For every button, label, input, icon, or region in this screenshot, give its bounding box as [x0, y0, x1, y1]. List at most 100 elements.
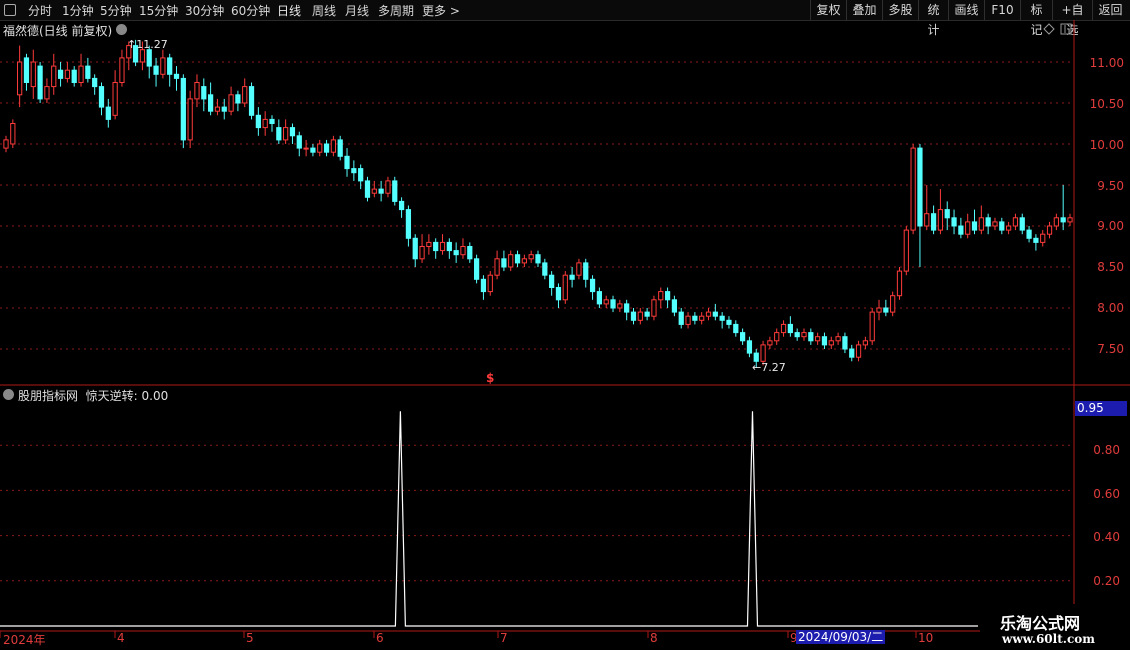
candle-body	[671, 299, 678, 313]
candle-body	[760, 344, 766, 362]
period-tab-multi[interactable]: 多周期	[378, 2, 414, 19]
candle-body	[992, 221, 998, 227]
candle-body	[903, 229, 909, 272]
candle-body	[692, 315, 698, 321]
period-tab-monthly[interactable]: 月线	[345, 2, 369, 19]
candle-body	[173, 73, 180, 79]
candle-body	[808, 332, 814, 342]
candle-body	[740, 332, 746, 342]
candle-body	[296, 135, 302, 149]
candle-body	[951, 217, 957, 227]
candle-body	[1046, 225, 1053, 235]
period-tab-30min[interactable]: 30分钟	[185, 2, 224, 19]
mark-button[interactable]: 标记	[1020, 0, 1052, 37]
candle-body	[419, 246, 425, 260]
candle-body	[910, 147, 916, 231]
candle-body	[283, 127, 289, 141]
watermark-url: www.60lt.com	[1002, 632, 1095, 646]
candle-body	[719, 315, 725, 321]
candle-body	[392, 180, 398, 202]
candle-body	[528, 254, 534, 260]
chevron-down-icon[interactable]	[116, 24, 127, 35]
candle-body	[10, 123, 16, 145]
candle-body	[439, 241, 446, 252]
candle-body	[965, 221, 971, 235]
candle-body	[583, 262, 589, 280]
candle-body	[139, 49, 146, 63]
candle-body	[501, 258, 507, 268]
draw-line-button[interactable]: 画线	[948, 0, 984, 20]
y-tick-label: 8.50	[1097, 260, 1124, 274]
candle-body	[289, 127, 296, 137]
candle-body	[23, 57, 30, 84]
candle-body	[378, 188, 384, 194]
period-tab-daily[interactable]: 日线	[277, 2, 301, 19]
candlestick-series[interactable]	[3, 39, 1073, 368]
diamond-icon[interactable]	[1043, 23, 1055, 35]
candle-body	[323, 143, 330, 153]
candle-body	[228, 94, 234, 112]
candle-body	[801, 332, 807, 338]
f10-button[interactable]: F10	[984, 0, 1020, 20]
candle-body	[999, 221, 1005, 231]
candle-body	[119, 57, 125, 84]
x-tick-label: 6	[376, 631, 384, 645]
period-tab-weekly[interactable]: 周线	[312, 2, 336, 19]
candle-body	[862, 340, 868, 346]
back-button[interactable]: 返回	[1092, 0, 1128, 20]
candle-body	[1019, 217, 1025, 231]
candle-body	[733, 323, 739, 334]
candle-body	[651, 299, 657, 317]
statistics-button[interactable]: 统计	[918, 0, 948, 37]
candle-body	[985, 217, 991, 227]
current-value-box: 0.95	[1075, 401, 1127, 416]
candle-body	[330, 139, 336, 153]
candle-body	[85, 65, 91, 79]
overlay-button[interactable]: 叠加	[846, 0, 882, 20]
candle-body	[194, 82, 200, 100]
cursor-date-box: 2024/09/03/二	[796, 630, 886, 644]
y-tick-label: 10.50	[1089, 97, 1124, 111]
period-tab-1min[interactable]: 1分钟	[62, 2, 94, 19]
period-tab-5min[interactable]: 5分钟	[100, 2, 132, 19]
candle-body	[1033, 237, 1039, 243]
candle-body	[310, 147, 316, 153]
candle-body	[248, 86, 255, 116]
multi-stock-button[interactable]: 多股	[882, 0, 918, 20]
y-tick-label: 8.00	[1097, 301, 1124, 315]
candle-body	[180, 77, 186, 141]
indicator-grid	[0, 444, 1074, 582]
candle-body	[17, 61, 23, 96]
period-tab-fenshi[interactable]: 分时	[28, 2, 52, 19]
chevron-down-icon[interactable]	[3, 389, 14, 400]
candle-body	[78, 65, 84, 83]
candle-body	[494, 258, 500, 276]
candle-body	[876, 307, 882, 313]
y-tick-label: 0.80	[1093, 443, 1120, 457]
candle-body	[446, 241, 452, 252]
candle-body	[37, 65, 43, 100]
x-tick-label: 7	[500, 631, 508, 645]
candle-body	[44, 86, 50, 100]
candle-body	[1012, 217, 1019, 227]
period-tab-15min[interactable]: 15分钟	[139, 2, 178, 19]
candle-body	[549, 274, 555, 288]
window-icon[interactable]	[4, 4, 16, 16]
candle-body	[944, 209, 950, 219]
candle-body	[201, 86, 207, 100]
period-tab-more[interactable]: 更多 >	[422, 2, 460, 19]
restore-rights-button[interactable]: 复权	[810, 0, 846, 20]
add-watchlist-button[interactable]: +自选	[1052, 0, 1092, 37]
candle-body	[105, 106, 111, 120]
panel-icon[interactable]	[1060, 23, 1072, 35]
high-price-value: 11.27	[136, 38, 168, 51]
stock-chart[interactable]	[0, 20, 1130, 650]
candle-body	[487, 274, 493, 293]
period-tab-60min[interactable]: 60分钟	[231, 2, 270, 19]
candle-body	[344, 155, 350, 170]
y-tick-label: 10.00	[1089, 138, 1124, 152]
y-tick-label: 9.00	[1097, 219, 1124, 233]
candle-body	[937, 209, 944, 231]
candle-body	[337, 139, 343, 157]
candle-body	[71, 69, 77, 84]
